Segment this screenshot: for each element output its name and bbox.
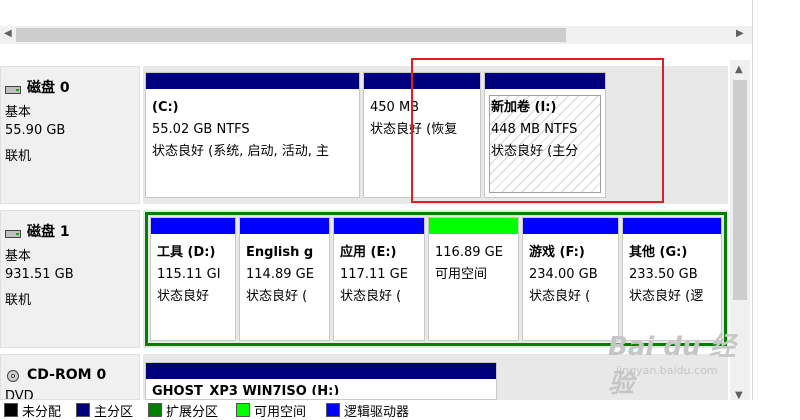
cdrom-0-label[interactable]: CD-ROM 0 DVD xyxy=(0,354,140,400)
partition-status: 状态良好 (逻 xyxy=(629,289,704,304)
partition-status: 状态良好 ( xyxy=(340,289,402,304)
partition-h[interactable]: GHOST_XP3 WIN7ISO (H:) xyxy=(145,362,497,400)
legend-primary: 主分区 xyxy=(76,401,133,420)
legend-label: 逻辑驱动器 xyxy=(344,405,410,420)
disk-0-type: 基本 xyxy=(5,105,32,120)
legend-label: 主分区 xyxy=(94,405,134,420)
logical-drive-bar xyxy=(334,218,424,234)
watermark-brand: Bai du 经验 xyxy=(608,332,736,399)
disk-0-size: 55.90 GB xyxy=(5,123,66,138)
partition-label: 其他 (G:) xyxy=(629,245,688,260)
logical-drive-bar xyxy=(523,218,618,234)
legend-label: 可用空间 xyxy=(254,405,307,420)
pane-divider xyxy=(752,0,753,417)
logical-drive-bar xyxy=(151,218,235,234)
watermark-url: jingyan.baidu.com xyxy=(616,364,718,377)
partition-c[interactable]: (C:) 55.02 GB NTFS 状态良好 (系统, 启动, 活动, 主 xyxy=(145,72,360,198)
partition-d[interactable]: 工具 (D:) 115.11 GI 状态良好 xyxy=(150,217,236,341)
scroll-up-icon[interactable]: ▲ xyxy=(735,64,743,75)
scroll-right-icon[interactable]: ▶ xyxy=(736,28,744,39)
logical-drive-bar xyxy=(240,218,329,234)
partition-size: 114.89 GE xyxy=(246,267,314,282)
partition-size: 115.11 GI xyxy=(157,267,221,282)
legend-label: 扩展分区 xyxy=(166,405,219,420)
disk-1-name: 磁盘 1 xyxy=(5,221,70,241)
partition-label: (C:) xyxy=(152,100,179,115)
partition-status: 状态良好 (系统, 启动, 活动, 主 xyxy=(152,144,329,159)
disk-0-name-text: 磁盘 0 xyxy=(27,80,70,96)
partition-status: 状态良好 ( xyxy=(246,289,308,304)
disk-1-status: 联机 xyxy=(5,293,32,308)
legend-label: 未分配 xyxy=(22,405,62,420)
partition-free-space[interactable]: 116.89 GE 可用空间 xyxy=(428,217,519,341)
baidu-watermark: Bai du 经验 jingyan.baidu.com xyxy=(600,326,750,399)
legend-logical: 逻辑驱动器 xyxy=(326,401,409,420)
cdrom-0-type: DVD xyxy=(5,389,34,400)
disk-0-name: 磁盘 0 xyxy=(5,77,70,97)
horizontal-scrollbar[interactable]: ◀ ▶ xyxy=(0,26,752,44)
disk-drive-icon xyxy=(5,83,21,94)
partition-size: 234.00 GB xyxy=(529,267,598,282)
unallocated-swatch xyxy=(4,403,18,417)
disk-1-size: 931.51 GB xyxy=(5,267,74,282)
disk-0-label[interactable]: 磁盘 0 基本 55.90 GB 联机 xyxy=(0,66,140,204)
disk-1-type: 基本 xyxy=(5,249,32,264)
partition-status: 状态良好 xyxy=(157,289,210,304)
partition-size: 116.89 GE xyxy=(435,245,503,260)
partition-e[interactable]: 应用 (E:) 117.11 GE 状态良好 ( xyxy=(333,217,425,341)
logical-drive-bar xyxy=(623,218,721,234)
partition-size: 117.11 GE xyxy=(340,267,408,282)
legend-free: 可用空间 xyxy=(236,401,306,420)
horizontal-scroll-thumb[interactable] xyxy=(16,28,566,42)
free-space-swatch xyxy=(236,403,250,417)
legend: 未分配 主分区 扩展分区 可用空间 逻辑驱动器 xyxy=(0,400,800,420)
highlight-box xyxy=(411,58,664,203)
vertical-scroll-thumb[interactable] xyxy=(733,80,747,300)
primary-partition-bar xyxy=(146,73,359,89)
cdrom-0-name-text: CD-ROM 0 xyxy=(27,367,107,383)
disk-1-name-text: 磁盘 1 xyxy=(27,224,70,240)
legend-extended: 扩展分区 xyxy=(148,401,218,420)
partition-size: 55.02 GB NTFS xyxy=(152,122,250,137)
partition-label: English g xyxy=(246,245,314,260)
logical-drive-swatch xyxy=(326,403,340,417)
scroll-left-icon[interactable]: ◀ xyxy=(4,28,12,39)
extended-swatch xyxy=(148,403,162,417)
partition-g[interactable]: 其他 (G:) 233.50 GB 状态良好 (逻 xyxy=(622,217,722,341)
partition-status: 状态良好 ( xyxy=(529,289,591,304)
partition-label: GHOST_XP3 WIN7ISO (H:) xyxy=(152,384,340,395)
legend-unallocated: 未分配 xyxy=(4,401,61,420)
partition-size: 233.50 GB xyxy=(629,267,698,282)
partition-label: 应用 (E:) xyxy=(340,245,397,260)
partition-status: 可用空间 xyxy=(435,267,488,282)
partition-english[interactable]: English g 114.89 GE 状态良好 ( xyxy=(239,217,330,341)
primary-partition-bar xyxy=(146,363,496,379)
disk-0-status: 联机 xyxy=(5,149,32,164)
partition-label: 游戏 (F:) xyxy=(529,245,585,260)
partition-label: 工具 (D:) xyxy=(157,245,216,260)
cd-drive-icon xyxy=(5,370,21,382)
partition-f[interactable]: 游戏 (F:) 234.00 GB 状态良好 ( xyxy=(522,217,619,341)
primary-swatch xyxy=(76,403,90,417)
free-space-bar xyxy=(429,218,518,234)
disk-drive-icon xyxy=(5,227,21,238)
cdrom-0-name: CD-ROM 0 xyxy=(5,367,106,383)
disk-1-label[interactable]: 磁盘 1 基本 931.51 GB 联机 xyxy=(0,210,140,348)
